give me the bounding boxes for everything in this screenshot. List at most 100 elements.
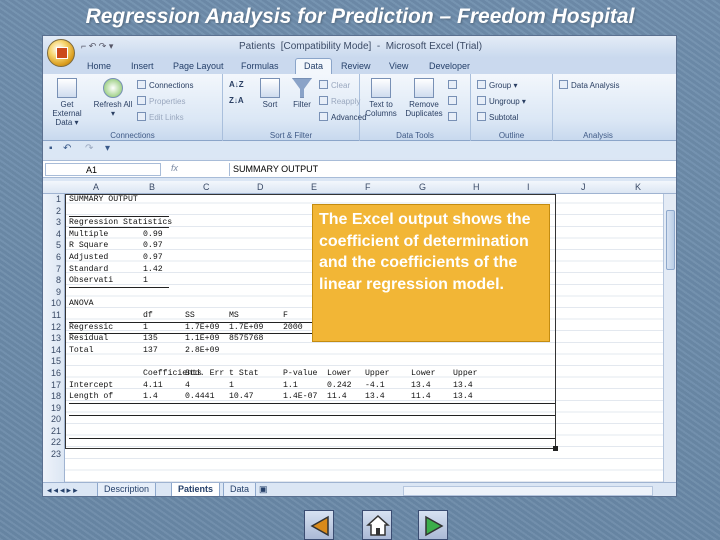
- row-header[interactable]: 15: [43, 356, 64, 368]
- refresh-all-button[interactable]: Refresh All ▾: [93, 78, 133, 118]
- row-header[interactable]: 22: [43, 437, 64, 449]
- column-headers: A B C D E F G H I J K: [43, 181, 676, 194]
- data-validation-button[interactable]: [448, 80, 460, 90]
- remove-duplicates-icon: [414, 78, 434, 98]
- remove-duplicates-button[interactable]: Remove Duplicates: [402, 78, 446, 118]
- group-label-sort-filter: Sort & Filter: [269, 131, 313, 140]
- properties-button[interactable]: Properties: [137, 96, 185, 106]
- column-header[interactable]: E: [311, 182, 317, 192]
- ungroup-button[interactable]: Ungroup ▾: [477, 96, 526, 106]
- column-header[interactable]: H: [473, 182, 480, 192]
- get-external-data-button[interactable]: Get External Data ▾: [46, 78, 88, 127]
- data-analysis-icon: [559, 80, 568, 89]
- tab-insert[interactable]: Insert: [131, 61, 154, 71]
- row-header[interactable]: 21: [43, 426, 64, 438]
- row-header[interactable]: 1: [43, 194, 64, 206]
- edit-links-button[interactable]: Edit Links: [137, 112, 184, 122]
- sort-za-button[interactable]: Z↓A: [229, 96, 244, 105]
- row-header[interactable]: 18: [43, 391, 64, 403]
- sheet-nav-arrows[interactable]: ◂◂◂▸▸: [47, 485, 80, 496]
- row-header[interactable]: 5: [43, 240, 64, 252]
- row-header[interactable]: 3: [43, 217, 64, 229]
- filter-button[interactable]: Filter: [287, 78, 317, 109]
- filter-icon: [292, 78, 312, 98]
- tab-developer[interactable]: Developer: [429, 61, 470, 71]
- row-header[interactable]: 17: [43, 380, 64, 392]
- sort-button[interactable]: Sort: [255, 78, 285, 109]
- column-header[interactable]: B: [149, 182, 155, 192]
- quick-access-toolbar: ▪ ↶ ↷ ▾: [43, 142, 676, 158]
- group-label-outline: Outline: [498, 131, 525, 140]
- row-header[interactable]: 13: [43, 333, 64, 345]
- connections-button[interactable]: Connections: [137, 80, 193, 90]
- column-header[interactable]: A: [93, 182, 99, 192]
- group-icon: [477, 80, 486, 89]
- column-header[interactable]: D: [257, 182, 264, 192]
- customize-qat-icon[interactable]: ▾: [105, 143, 110, 154]
- group-analysis: Data Analysis Analysis: [553, 74, 643, 141]
- column-header[interactable]: F: [365, 182, 371, 192]
- consolidate-icon: [448, 96, 457, 105]
- tab-page-layout[interactable]: Page Layout: [173, 61, 224, 71]
- clear-button[interactable]: Clear: [319, 80, 350, 90]
- row-header[interactable]: 4: [43, 229, 64, 241]
- column-header[interactable]: G: [419, 182, 426, 192]
- group-outline: Group ▾ Ungroup ▾ Subtotal Outline: [471, 74, 553, 141]
- sort-icon: [260, 78, 280, 98]
- row-header[interactable]: 6: [43, 252, 64, 264]
- database-icon: [57, 78, 77, 98]
- home-button[interactable]: [362, 510, 392, 540]
- reapply-button[interactable]: Reapply: [319, 96, 360, 106]
- tab-review[interactable]: Review: [341, 61, 371, 71]
- row-header[interactable]: 7: [43, 264, 64, 276]
- undo-icon[interactable]: ↶: [63, 143, 71, 154]
- back-button[interactable]: [304, 510, 334, 540]
- row-header[interactable]: 9: [43, 287, 64, 299]
- row-header[interactable]: 23: [43, 449, 64, 461]
- row-header[interactable]: 8: [43, 275, 64, 287]
- row-header[interactable]: 14: [43, 345, 64, 357]
- column-header[interactable]: J: [581, 182, 586, 192]
- row-header[interactable]: 11: [43, 310, 64, 322]
- sheet-tab-bar: ◂◂◂▸▸ Description Patients Data ▣: [43, 482, 676, 496]
- tab-home[interactable]: Home: [87, 61, 111, 71]
- subtotal-button[interactable]: Subtotal: [477, 112, 518, 122]
- save-icon[interactable]: ▪: [49, 143, 53, 154]
- tab-formulas[interactable]: Formulas: [241, 61, 279, 71]
- connections-icon: [137, 80, 146, 89]
- data-analysis-button[interactable]: Data Analysis: [559, 80, 619, 90]
- column-header[interactable]: I: [527, 182, 530, 192]
- row-header[interactable]: 16: [43, 368, 64, 380]
- what-if-button[interactable]: [448, 112, 460, 122]
- advanced-filter-icon: [319, 112, 328, 121]
- fill-handle[interactable]: [553, 446, 558, 451]
- column-header[interactable]: C: [203, 182, 210, 192]
- redo-icon[interactable]: ↷: [85, 143, 93, 154]
- sheet-tab-patients[interactable]: Patients: [171, 483, 221, 496]
- insert-sheet-icon[interactable]: ▣: [259, 484, 268, 495]
- column-header[interactable]: K: [635, 182, 641, 192]
- text-to-columns-button[interactable]: Text to Columns: [362, 78, 400, 118]
- scroll-thumb[interactable]: [666, 210, 675, 270]
- sort-az-button[interactable]: A↓Z: [229, 80, 244, 89]
- vertical-scrollbar[interactable]: [663, 194, 676, 482]
- consolidate-button[interactable]: [448, 96, 460, 106]
- window-title: Patients [Compatibility Mode] - Microsof…: [239, 41, 483, 52]
- row-header[interactable]: 20: [43, 414, 64, 426]
- horizontal-scrollbar[interactable]: [403, 486, 653, 496]
- tab-view[interactable]: View: [389, 61, 408, 71]
- sheet-tab-data[interactable]: Data: [223, 483, 257, 496]
- forward-button[interactable]: [418, 510, 448, 540]
- name-box[interactable]: A1: [45, 163, 161, 176]
- row-header[interactable]: 19: [43, 403, 64, 415]
- quick-access-mini[interactable]: ⌐ ↶ ↷ ▾: [81, 41, 113, 52]
- row-header[interactable]: 12: [43, 322, 64, 334]
- row-header[interactable]: 2: [43, 206, 64, 218]
- tab-data[interactable]: Data: [295, 58, 333, 74]
- formula-input[interactable]: SUMMARY OUTPUT: [229, 163, 659, 176]
- sheet-tab-description[interactable]: Description: [97, 483, 157, 496]
- fx-icon[interactable]: fx: [171, 163, 178, 173]
- row-header[interactable]: 10: [43, 298, 64, 310]
- group-button[interactable]: Group ▾: [477, 80, 517, 90]
- office-button[interactable]: [47, 39, 75, 67]
